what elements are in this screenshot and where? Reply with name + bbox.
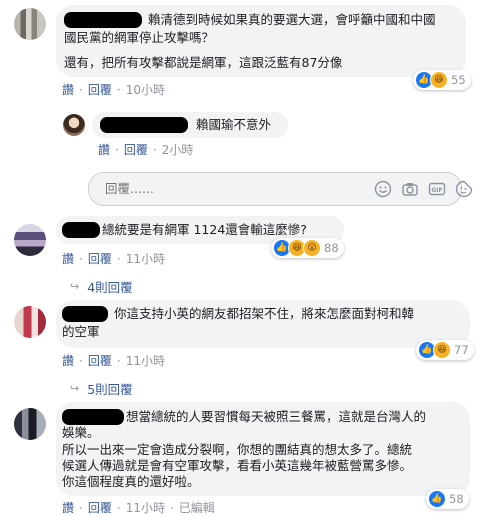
reaction-count: 55 <box>451 73 466 87</box>
haha-reaction-icon: 😆 <box>430 71 448 89</box>
more-replies-label: 5則回覆 <box>87 382 133 397</box>
comment-text-line: 娛樂。 <box>62 425 100 440</box>
comment-text-line: 還有，把所有攻擊都說是網軍，這跟泛藍有87分像 <box>64 55 343 70</box>
reply-arrow-icon: ↪ <box>70 382 80 395</box>
reply-arrow-icon: ↪ <box>70 280 80 293</box>
comment-text-line: 總統要是有網軍 1124還會輸這麼慘? <box>102 222 307 237</box>
wow-reaction-icon: 😮 <box>303 239 321 257</box>
reply-text: 賴國瑜不意外 <box>196 117 272 132</box>
gif-icon[interactable]: GIF <box>428 180 446 198</box>
comment-actions: 讚 · 回覆 · 11小時 <box>62 250 165 267</box>
comment-text-line: 的空軍 <box>62 324 100 339</box>
reply-link[interactable]: 回覆 <box>88 499 112 516</box>
avatar[interactable] <box>14 224 46 256</box>
reaction-summary[interactable]: 👍 😆 77 <box>416 340 474 360</box>
like-reaction-icon: 👍 <box>428 490 446 508</box>
reply-input-box[interactable]: GIF <box>88 172 473 206</box>
reaction-count: 58 <box>449 492 464 506</box>
reply-link[interactable]: 回覆 <box>88 81 112 98</box>
avatar[interactable] <box>63 114 85 136</box>
timestamp[interactable]: 10小時 <box>126 81 165 98</box>
comment-text-line: 想當總統的人要習慣每天被照三餐罵，這就是台灣人的 <box>126 409 427 424</box>
like-link[interactable]: 讚 <box>62 499 74 516</box>
comment-text-line: 候選人傳過就是會有空軍攻擊，看看小英這幾年被藍營罵多慘。 <box>62 458 413 473</box>
view-more-replies-link[interactable]: ↪ 5則回覆 <box>70 379 133 398</box>
edited-label[interactable]: 已編輯 <box>179 499 215 516</box>
redacted-author-name[interactable] <box>64 12 142 28</box>
reply-link[interactable]: 回覆 <box>88 352 112 369</box>
like-link[interactable]: 讚 <box>62 250 74 267</box>
reply-actions: 讚 · 回覆 · 2小時 <box>98 141 194 158</box>
camera-icon[interactable] <box>401 180 419 198</box>
sticker-icon[interactable] <box>455 180 473 198</box>
avatar[interactable] <box>14 408 46 440</box>
reply-input[interactable] <box>103 180 287 197</box>
reaction-summary[interactable]: 👍 😆 55 <box>413 70 471 90</box>
comment-actions: 讚 · 回覆 · 10小時 <box>62 81 165 98</box>
reaction-summary[interactable]: 👍 😆 😮 88 <box>271 238 344 258</box>
like-link[interactable]: 讚 <box>62 81 74 98</box>
comment-text-line: 賴清德到時候如果真的要選大選，會呼籲中國和中國 <box>148 12 436 27</box>
reaction-count: 77 <box>454 343 469 357</box>
haha-reaction-icon: 😆 <box>433 341 451 359</box>
redacted-author-name[interactable] <box>62 409 124 425</box>
redacted-author-name[interactable] <box>62 222 100 238</box>
reply-link[interactable]: 回覆 <box>88 250 112 267</box>
like-link[interactable]: 讚 <box>98 141 110 158</box>
timestamp[interactable]: 11小時 <box>126 250 165 267</box>
reaction-count: 88 <box>324 241 339 255</box>
like-link[interactable]: 讚 <box>62 352 74 369</box>
comment-text-line: 所以一出來一定會造成分裂啊，你想的團結真的想太多了。總統 <box>62 442 413 457</box>
comment-text-line: 你這支持小英的網友都招架不住，將來怎麼面對柯和韓 <box>114 306 415 321</box>
comment-text-line: 你這個程度真的還好啦。 <box>62 474 200 489</box>
view-more-replies-link[interactable]: ↪ 4則回覆 <box>70 277 133 296</box>
redacted-author-name[interactable] <box>62 306 108 322</box>
svg-text:GIF: GIF <box>431 187 442 194</box>
reaction-summary[interactable]: 👍 58 <box>426 489 469 509</box>
comment-text-line: 國民黨的網軍停止攻擊嗎？ <box>64 30 215 45</box>
reply-link[interactable]: 回覆 <box>124 141 148 158</box>
more-replies-label: 4則回覆 <box>87 280 133 295</box>
avatar[interactable] <box>14 8 46 40</box>
comment-actions: 讚 · 回覆 · 11小時 <box>62 352 165 369</box>
timestamp[interactable]: 2小時 <box>162 141 194 158</box>
avatar[interactable] <box>14 306 46 338</box>
comment-actions: 讚 · 回覆 · 11小時 · 已編輯 <box>62 499 215 516</box>
redacted-author-name[interactable] <box>100 117 188 133</box>
emoji-icon[interactable] <box>374 180 392 198</box>
timestamp[interactable]: 11小時 <box>126 499 165 516</box>
timestamp[interactable]: 11小時 <box>126 352 165 369</box>
